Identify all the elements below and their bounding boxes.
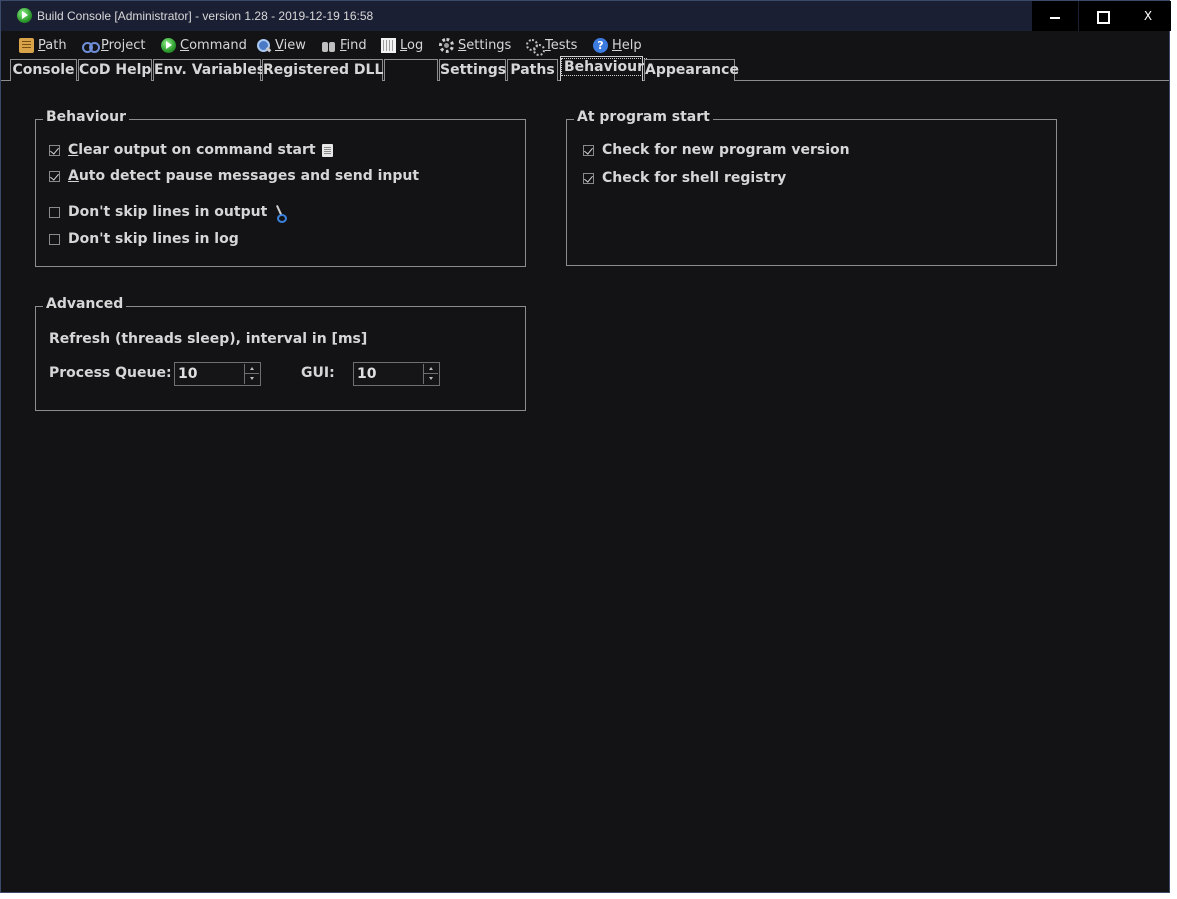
- menu-find[interactable]: Find: [321, 36, 367, 54]
- program-start-group: At program start Check for new program v…: [566, 109, 1057, 266]
- tab-cod-help[interactable]: CoD Help: [78, 59, 152, 81]
- check-version-label: Check for new program version: [602, 142, 850, 158]
- menu-command-accel: C: [180, 37, 190, 53]
- gui-input[interactable]: [357, 366, 417, 382]
- check-registry-label: Check for shell registry: [602, 170, 787, 186]
- menu-bar: Path Project Command View Find Log Setti…: [1, 31, 1169, 56]
- auto-detect-option[interactable]: Auto detect pause messages and send inpu…: [49, 168, 419, 184]
- menu-help[interactable]: ? Help: [593, 36, 642, 54]
- menu-command-label: ommand: [189, 37, 247, 53]
- menu-view-accel: V: [275, 37, 284, 53]
- log-sheet-icon: [381, 37, 396, 53]
- auto-detect-checkbox[interactable]: [49, 170, 60, 182]
- process-queue-down-arrow-icon[interactable]: [245, 374, 259, 384]
- binoculars-icon: [321, 38, 336, 53]
- tab-env-variables-label: Env. Variables: [154, 62, 266, 78]
- title-bar: Build Console [Administrator] - version …: [1, 1, 1171, 31]
- skip-log-option[interactable]: Don't skip lines in log: [49, 231, 239, 247]
- menu-path-label: ath: [45, 37, 67, 53]
- document-icon: [321, 143, 333, 157]
- skip-log-label: Don't skip lines in log: [68, 231, 239, 247]
- app-play-icon: [17, 8, 32, 23]
- auto-detect-accel: A: [68, 168, 79, 184]
- gui-spinner[interactable]: [353, 362, 440, 386]
- menu-settings-label: ettings: [466, 37, 512, 53]
- close-button[interactable]: X: [1125, 1, 1171, 31]
- tab-settings-label: Settings: [440, 62, 507, 78]
- tab-env-variables[interactable]: Env. Variables: [153, 59, 265, 81]
- menu-settings[interactable]: Settings: [439, 36, 511, 54]
- process-queue-spin-buttons: [244, 364, 259, 384]
- menu-log-accel: L: [400, 37, 408, 53]
- process-queue-input[interactable]: [178, 366, 238, 382]
- auto-detect-label: uto detect pause messages and send input: [78, 168, 420, 184]
- clear-output-checkbox[interactable]: [49, 144, 60, 156]
- tab-behaviour-label: Behaviour: [561, 58, 647, 76]
- tab-cod-help-label: CoD Help: [79, 62, 152, 78]
- gui-down-arrow-icon[interactable]: [424, 374, 438, 384]
- skip-log-checkbox[interactable]: [49, 233, 60, 245]
- gui-label: GUI:: [301, 365, 335, 381]
- clear-output-accel: C: [68, 142, 79, 158]
- check-version-checkbox[interactable]: [583, 144, 594, 156]
- process-queue-label: Process Queue:: [49, 365, 172, 381]
- menu-view-label: iew: [283, 37, 306, 53]
- gears-icon: [526, 38, 545, 56]
- tab-console-label: Console: [12, 62, 75, 78]
- gear-icon: [439, 37, 454, 53]
- tab-registered-dlls-label: Registered DLLs: [263, 62, 392, 78]
- gui-spin-buttons: [423, 364, 438, 384]
- scissors-icon: [273, 205, 288, 223]
- app-window: Build Console [Administrator] - version …: [0, 0, 1171, 893]
- menu-command[interactable]: Command: [161, 36, 247, 54]
- tab-blank[interactable]: [384, 59, 438, 81]
- menu-project-label: roject: [108, 37, 146, 53]
- tab-paths[interactable]: Paths: [507, 59, 558, 81]
- tab-appearance-label: Appearance: [645, 62, 739, 78]
- advanced-group-title: Advanced: [43, 296, 127, 312]
- tab-console[interactable]: Console: [10, 59, 77, 81]
- magnifier-icon: [256, 38, 271, 53]
- behaviour-group: Behaviour Clear output on command start …: [35, 109, 526, 267]
- tab-appearance[interactable]: Appearance: [644, 59, 739, 81]
- menu-log[interactable]: Log: [381, 36, 423, 54]
- clear-output-option[interactable]: Clear output on command start: [49, 142, 333, 158]
- tab-strip: Console CoD Help Env. Variables Register…: [1, 56, 1169, 81]
- menu-tests-label: ests: [550, 37, 578, 53]
- menu-tests[interactable]: Tests: [526, 36, 578, 56]
- menu-project[interactable]: Project: [82, 36, 146, 54]
- behaviour-group-title: Behaviour: [43, 109, 129, 125]
- check-registry-option[interactable]: Check for shell registry: [583, 170, 786, 186]
- play-icon: [161, 37, 176, 53]
- program-start-group-title: At program start: [574, 109, 713, 125]
- skip-output-checkbox[interactable]: [49, 206, 60, 218]
- skip-output-label: Don't skip lines in output: [68, 204, 268, 220]
- check-version-option[interactable]: Check for new program version: [583, 142, 850, 158]
- tab-registered-dlls[interactable]: Registered DLLs: [262, 59, 392, 81]
- notebook-icon: [19, 37, 34, 53]
- menu-path[interactable]: Path: [19, 36, 67, 54]
- window-title: Build Console [Administrator] - version …: [37, 9, 374, 23]
- tab-behaviour[interactable]: Behaviour: [560, 56, 647, 81]
- skip-output-option[interactable]: Don't skip lines in output: [49, 204, 288, 223]
- check-registry-checkbox[interactable]: [583, 172, 594, 184]
- minimize-button[interactable]: [1032, 1, 1078, 31]
- process-queue-spinner[interactable]: [174, 362, 261, 386]
- menu-view[interactable]: View: [256, 36, 306, 54]
- menu-project-accel: P: [101, 37, 109, 53]
- menu-log-label: og: [407, 37, 424, 53]
- menu-help-label: elp: [621, 37, 642, 53]
- link-icon: [82, 38, 100, 53]
- gui-up-arrow-icon[interactable]: [424, 364, 438, 374]
- advanced-group: Advanced Refresh (threads sleep), interv…: [35, 296, 526, 411]
- process-queue-up-arrow-icon[interactable]: [245, 364, 259, 374]
- tab-settings[interactable]: Settings: [439, 59, 506, 81]
- refresh-interval-label: Refresh (threads sleep), interval in [ms…: [49, 331, 368, 347]
- menu-find-label: ind: [346, 37, 367, 53]
- clear-output-label: lear output on command start: [78, 142, 316, 158]
- maximize-button[interactable]: [1079, 1, 1125, 31]
- menu-help-accel: H: [612, 37, 622, 53]
- tab-paths-label: Paths: [510, 62, 555, 78]
- help-icon: ?: [593, 37, 608, 53]
